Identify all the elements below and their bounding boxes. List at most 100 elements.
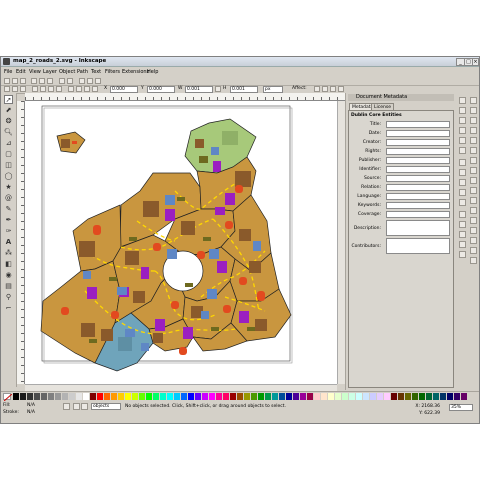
color-swatch[interactable]: [139, 393, 145, 400]
color-swatch[interactable]: [440, 393, 446, 400]
language-field[interactable]: [386, 193, 450, 200]
undo-icon[interactable]: [59, 78, 65, 84]
print-icon[interactable]: [31, 78, 37, 84]
snap-rotation-center-icon[interactable]: [459, 221, 466, 228]
spiral-icon[interactable]: @: [4, 194, 13, 203]
color-swatch[interactable]: [216, 393, 222, 400]
color-swatch[interactable]: [265, 393, 271, 400]
color-swatch[interactable]: [328, 393, 334, 400]
snap-smooth-icon[interactable]: [459, 189, 466, 196]
source-field[interactable]: [386, 175, 450, 182]
color-swatch[interactable]: [272, 393, 278, 400]
snap-object-center-icon[interactable]: [459, 211, 466, 218]
zoom-field[interactable]: 35%: [449, 404, 473, 411]
flip-h-icon[interactable]: [48, 86, 54, 92]
menu-file[interactable]: File: [4, 69, 12, 75]
pen-icon[interactable]: ✒: [4, 216, 13, 225]
flip-v-icon[interactable]: [56, 86, 62, 92]
ellipse-icon[interactable]: ◯: [4, 172, 13, 181]
connector-icon[interactable]: ⌐: [4, 304, 13, 313]
metadata-icon[interactable]: [470, 247, 477, 254]
open-icon[interactable]: [12, 78, 18, 84]
color-swatch[interactable]: [90, 393, 96, 400]
box3d-icon[interactable]: ◫: [4, 161, 13, 170]
move-gradient-icon[interactable]: [330, 86, 336, 92]
menu-object[interactable]: Object: [59, 69, 75, 75]
zoom-icon[interactable]: 🔍︎: [4, 128, 13, 137]
color-swatch[interactable]: [251, 393, 257, 400]
raise-top-icon[interactable]: [68, 86, 74, 92]
color-swatch[interactable]: [132, 393, 138, 400]
horizontal-ruler[interactable]: [25, 93, 345, 101]
color-swatch[interactable]: [230, 393, 236, 400]
clone-icon[interactable]: [470, 177, 477, 184]
h-field[interactable]: 0.001: [230, 86, 258, 93]
swatches-icon[interactable]: [470, 157, 477, 164]
export-icon[interactable]: [47, 78, 53, 84]
move-pattern-icon[interactable]: [338, 86, 344, 92]
color-swatch[interactable]: [27, 393, 33, 400]
color-swatch[interactable]: [209, 393, 215, 400]
fill-stroke-icon[interactable]: [470, 107, 477, 114]
tweak-icon[interactable]: ❂: [4, 117, 13, 126]
snap-intersection-icon[interactable]: [459, 179, 466, 186]
star-icon[interactable]: ★: [4, 183, 13, 192]
color-swatch[interactable]: [279, 393, 285, 400]
node-icon[interactable]: ⬈: [4, 106, 13, 115]
snap-nodes-icon[interactable]: [459, 159, 466, 166]
calligraphy-icon[interactable]: ✑: [4, 227, 13, 236]
creator-field[interactable]: [386, 139, 450, 146]
rotate-ccw-icon[interactable]: [32, 86, 38, 92]
color-swatch[interactable]: [223, 393, 229, 400]
eye-icon[interactable]: [73, 403, 80, 410]
color-swatch[interactable]: [419, 393, 425, 400]
relation-field[interactable]: [386, 184, 450, 191]
dropper-icon[interactable]: ⚲: [4, 293, 13, 302]
bitmap-icon[interactable]: [470, 257, 477, 264]
color-swatch[interactable]: [454, 393, 460, 400]
color-swatch[interactable]: [153, 393, 159, 400]
arrow-icon[interactable]: ➚: [4, 95, 13, 104]
text-icon[interactable]: A: [4, 238, 13, 247]
color-swatch[interactable]: [83, 393, 89, 400]
menu-extensions[interactable]: Extensions: [122, 69, 149, 75]
color-swatch[interactable]: [300, 393, 306, 400]
identifier-field[interactable]: [386, 166, 450, 173]
snap-center-icon[interactable]: [459, 147, 466, 154]
document-properties-icon[interactable]: [470, 237, 477, 244]
snap-midpoint-icon[interactable]: [459, 137, 466, 144]
menu-layer[interactable]: Layer: [43, 69, 57, 75]
color-swatch[interactable]: [321, 393, 327, 400]
color-swatch[interactable]: [363, 393, 369, 400]
color-swatch[interactable]: [76, 393, 82, 400]
color-swatch[interactable]: [349, 393, 355, 400]
scale-stroke-icon[interactable]: [314, 86, 320, 92]
color-swatch[interactable]: [125, 393, 131, 400]
deselect-icon[interactable]: [20, 86, 26, 92]
group-icon[interactable]: [470, 187, 477, 194]
color-swatch[interactable]: [146, 393, 152, 400]
rect-icon[interactable]: ▢: [4, 150, 13, 159]
raise-icon[interactable]: [76, 86, 82, 92]
menu-edit[interactable]: Edit: [16, 69, 26, 75]
color-swatch[interactable]: [307, 393, 313, 400]
description-field[interactable]: [386, 220, 450, 236]
color-swatch[interactable]: [48, 393, 54, 400]
color-swatch[interactable]: [335, 393, 341, 400]
color-swatch[interactable]: [384, 393, 390, 400]
color-swatch[interactable]: [20, 393, 26, 400]
color-swatch[interactable]: [461, 393, 467, 400]
color-swatch[interactable]: [391, 393, 397, 400]
coverage-field[interactable]: [386, 211, 450, 218]
color-swatch[interactable]: [237, 393, 243, 400]
layer-select[interactable]: objects: [91, 403, 121, 410]
title-field[interactable]: [386, 121, 450, 128]
color-swatch[interactable]: [286, 393, 292, 400]
menu-filters[interactable]: Filters: [105, 69, 120, 75]
lock-icon[interactable]: [215, 86, 221, 92]
vertical-ruler[interactable]: [17, 101, 25, 384]
snap-page-icon[interactable]: [459, 231, 466, 238]
lock-layer-icon[interactable]: [81, 403, 88, 410]
bring-front-icon[interactable]: [470, 207, 477, 214]
text-font-icon[interactable]: [470, 117, 477, 124]
